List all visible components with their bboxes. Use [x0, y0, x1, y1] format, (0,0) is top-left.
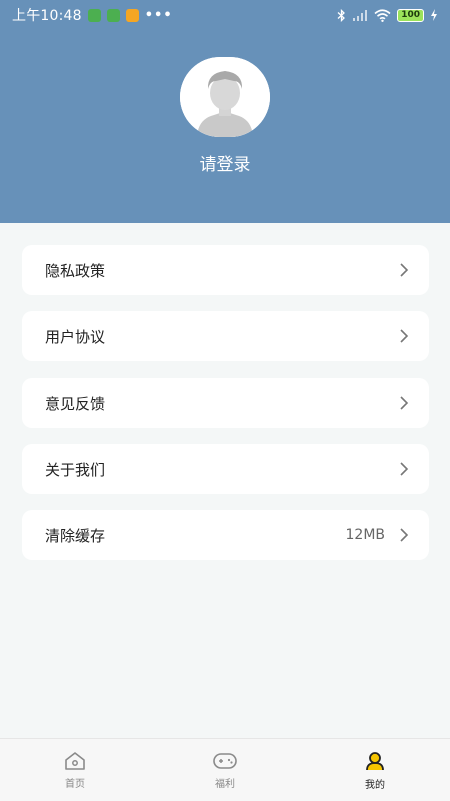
status-bar-right: 100	[337, 8, 438, 22]
menu-item-label: 清除缓存	[45, 526, 106, 545]
user-icon	[366, 751, 384, 770]
default-avatar-icon	[180, 57, 270, 137]
chevron-right-icon	[400, 528, 409, 542]
menu-item-label: 关于我们	[45, 460, 106, 479]
menu-item-label: 隐私政策	[45, 261, 106, 280]
weibo-notification-icon	[125, 8, 139, 22]
tab-label: 我的	[365, 779, 385, 791]
avatar[interactable]	[180, 57, 270, 137]
wechat-notification-icon	[87, 8, 101, 22]
chevron-right-icon	[400, 329, 409, 343]
chevron-right-icon	[400, 263, 409, 277]
chevron-right-icon	[400, 396, 409, 410]
chevron-right-icon	[400, 462, 409, 476]
tab-welfare[interactable]: 福利	[150, 739, 300, 801]
menu-item-about-us[interactable]: 关于我们	[22, 444, 429, 494]
gamepad-icon	[213, 752, 237, 769]
bottom-tab-bar: 首页 福利 我的	[0, 738, 450, 801]
more-notifications-icon: •••	[144, 7, 173, 23]
app-notification-icon	[106, 8, 120, 22]
home-icon	[65, 751, 85, 770]
menu-item-privacy-policy[interactable]: 隐私政策	[22, 245, 429, 295]
bluetooth-icon	[337, 8, 346, 22]
menu-item-user-agreement[interactable]: 用户协议	[22, 311, 429, 361]
tab-label: 福利	[215, 778, 235, 790]
tab-label: 首页	[65, 778, 85, 790]
battery-indicator: 100	[397, 8, 424, 22]
status-bar-left: 上午10:48 •••	[12, 5, 173, 25]
charging-icon	[431, 9, 437, 21]
signal-icon	[353, 10, 368, 21]
wifi-icon	[374, 8, 391, 22]
status-bar: 上午10:48 ••• 100	[0, 0, 450, 30]
status-time: 上午10:48	[12, 8, 82, 24]
menu-item-clear-cache[interactable]: 清除缓存 12MB	[22, 510, 429, 560]
login-button[interactable]: 请登录	[0, 150, 450, 175]
profile-header: 上午10:48 ••• 100 请登录	[0, 0, 450, 223]
tab-mine[interactable]: 我的	[300, 739, 450, 801]
cache-size-value: 12MB	[345, 527, 386, 543]
menu-item-label: 意见反馈	[45, 394, 106, 413]
menu-item-label: 用户协议	[45, 327, 106, 346]
tab-home[interactable]: 首页	[0, 739, 150, 801]
menu-item-feedback[interactable]: 意见反馈	[22, 378, 429, 428]
